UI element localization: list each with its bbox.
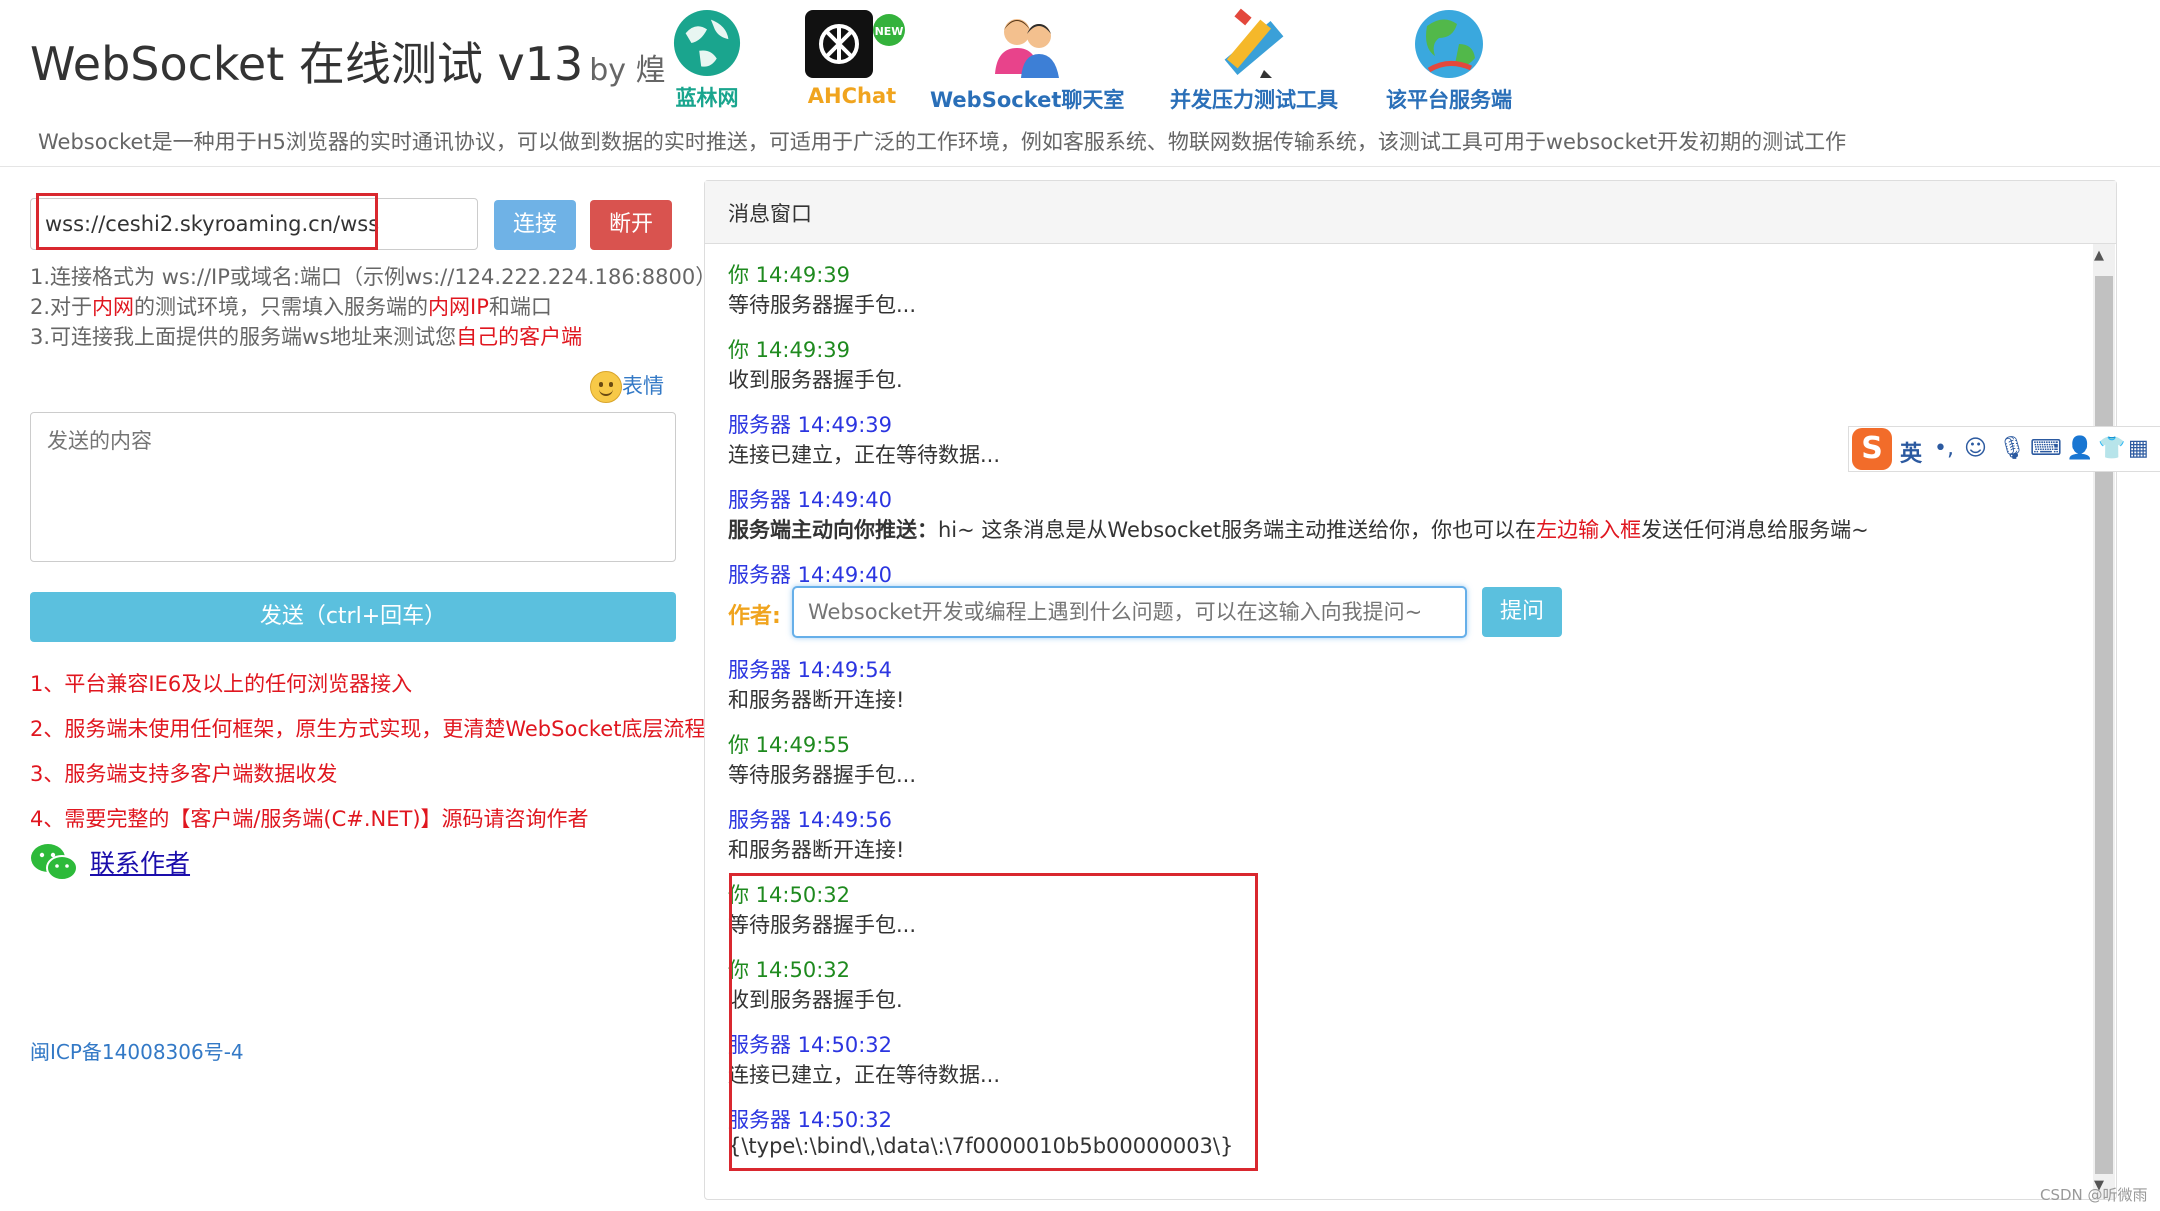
grid-menu-icon[interactable]: ▦ [2128,436,2149,461]
sogou-logo-icon[interactable]: S [1852,428,1892,470]
message-sender: 服务器 14:49:40 [728,563,892,587]
page-title: WebSocket 在线测试 v13 by 煌 [30,28,666,94]
wechat-icon [31,844,78,881]
message-sender: 服务器 14:49:56 [728,808,892,832]
smiley-icon [590,371,622,403]
tip-highlight: 内网 [92,295,135,319]
message-text: 等待服务器握手包... [728,763,917,787]
tip-text: 2.对于 [30,295,93,319]
message-panel-header [705,181,2116,244]
nav-server[interactable]: 该平台服务端 [1386,8,1512,114]
users-icon [995,19,1060,78]
new-badge: NEW [875,25,904,38]
tip-highlight: 自己的客户端 [456,325,583,349]
tip-text: 的测试环境，只需填入服务端的 [134,295,429,319]
message-sender: 服务器 14:49:39 [728,413,892,437]
tip-intranet: 2.对于内网的测试环境，只需填入服务端的内网IP和端口 [30,291,552,321]
message-sender: 你 14:49:39 [728,338,850,362]
tip-text: 和端口 [488,295,552,319]
emoji-label: 表情 [622,374,664,398]
nav-label: WebSocket聊天室 [930,88,1125,112]
push-highlight: 左边输入框 [1536,518,1642,542]
nav-label: 并发压力测试工具 [1170,88,1338,112]
message-text: 等待服务器握手包... [728,293,917,317]
panel-title: 消息窗口 [728,202,812,226]
microphone-icon[interactable]: 🎙 [1998,436,2026,461]
watermark: CSDN @听微雨 [2040,1186,2148,1204]
title-text: WebSocket 在线测试 v13 [30,37,584,91]
nav-lanlin[interactable]: 蓝林网 [672,8,742,112]
feature-note: 4、需要完整的【客户端/服务端(C#.NET)】源码请咨询作者 [30,807,589,831]
skin-icon[interactable]: 👕 [2098,436,2125,461]
push-tail: 发送任何消息给服务端~ [1641,518,1869,542]
message-sender: 服务器 14:49:40 [728,488,892,512]
emoji-button[interactable]: 表情 [590,370,664,403]
feature-note: 3、服务端支持多客户端数据收发 [30,762,338,786]
message-text: 和服务器断开连接! [728,838,905,862]
nav-label: AHChat [807,84,897,108]
message-text: 连接已建立，正在等待数据... [728,443,1001,467]
scrollbar-thumb[interactable] [2095,276,2113,1174]
tip-text: 3.可连接我上面提供的服务端ws地址来测试您 [30,325,457,349]
author-label: 作者: [728,604,781,629]
globe-icon [673,9,741,77]
nav-stress-tool[interactable]: 并发压力测试工具 [1170,8,1338,114]
user-icon[interactable]: 👤 [2066,436,2093,461]
message-sender: 你 14:49:55 [728,733,850,757]
site-description: Websocket是一种用于H5浏览器的实时通讯协议，可以做到数据的实时推送，可… [38,130,1847,154]
send-button[interactable]: 发送（ctrl+回车） [30,592,676,642]
pencil-ruler-icon [1224,8,1284,78]
icp-link[interactable]: 闽ICP备14008306号-4 [30,1036,244,1065]
message-text: 收到服务器握手包. [728,368,903,392]
header-divider [0,166,2160,167]
connect-button[interactable]: 连接 [494,200,576,250]
earth-icon [1415,10,1483,78]
ime-punct-toggle[interactable]: •, [1934,436,1954,461]
ask-button[interactable]: 提问 [1482,587,1562,637]
url-highlight-box [36,193,378,250]
tip-server: 3.可连接我上面提供的服务端ws地址来测试您自己的客户端 [30,321,582,351]
title-by: by 煌 [589,53,666,88]
ask-question-input[interactable] [792,586,1467,638]
message-text: 和服务器断开连接! [728,688,905,712]
openai-icon: NEW [805,10,905,78]
keyboard-icon[interactable]: ⌨ [2030,436,2062,461]
message-sender: 你 14:49:39 [728,263,850,287]
message-sender: 服务器 14:49:54 [728,658,892,682]
ime-language-toggle[interactable]: 英 [1900,436,1922,468]
message-text: 服务端主动向你推送：hi~ 这条消息是从Websocket服务端主动推送给你，你… [728,514,1869,544]
nav-ahchat[interactable]: NEW AHChat [797,8,907,108]
disconnect-button[interactable]: 断开 [590,200,672,250]
feature-note: 1、平台兼容IE6及以上的任何浏览器接入 [30,672,413,696]
feature-note: 2、服务端未使用任何框架，原生方式实现，更清楚WebSocket底层流程 [30,717,706,741]
message-textarea[interactable] [30,412,676,562]
emoji-icon[interactable]: ☺ [1964,436,1987,461]
nav-label: 蓝林网 [675,86,739,110]
messages-highlight-box [729,873,1258,1171]
tip-format: 1.连接格式为 ws://IP或域名:端口（示例ws://124.222.224… [30,265,717,289]
tip-highlight: 内网IP [428,295,489,319]
scroll-up-arrow-icon[interactable]: ▲ [2094,248,2104,263]
nav-label: 该平台服务端 [1386,88,1512,112]
push-label: 服务端主动向你推送： [728,518,938,542]
contact-author-link[interactable]: 联系作者 [90,844,190,880]
push-text: hi~ 这条消息是从Websocket服务端主动推送给你，你也可以在 [938,518,1537,542]
nav-chatroom[interactable]: WebSocket聊天室 [930,8,1124,114]
